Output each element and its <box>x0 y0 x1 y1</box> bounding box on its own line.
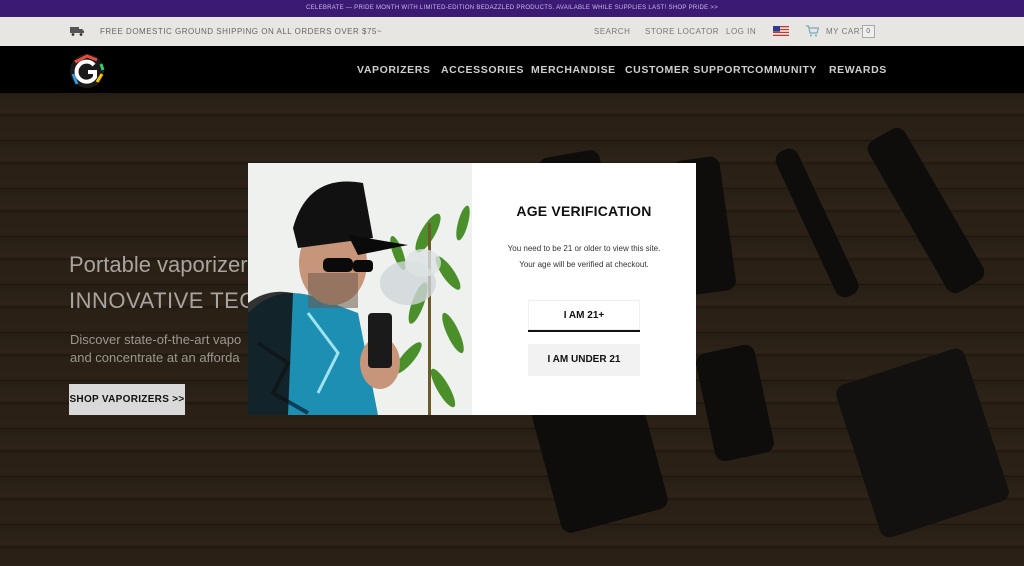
modal-message: You need to be 21 or older to view this … <box>507 244 661 253</box>
promo-text[interactable]: CELEBRATE — PRIDE MONTH WITH LIMITED-EDI… <box>306 5 718 11</box>
shop-vaporizers-button[interactable]: SHOP VAPORIZERS >> <box>69 384 185 415</box>
hero-description: and concentrate at an afforda <box>70 350 240 365</box>
age-deny-button[interactable]: I AM UNDER 21 <box>528 344 640 376</box>
cart-count-badge[interactable]: 0 <box>862 25 875 38</box>
age-verification-modal: AGE VERIFICATION You need to be 21 or ol… <box>248 163 696 415</box>
utility-bar: FREE DOMESTIC GROUND SHIPPING ON ALL ORD… <box>0 17 1024 46</box>
modal-title: AGE VERIFICATION <box>516 203 652 219</box>
nav-community[interactable]: COMMUNITY <box>747 64 817 76</box>
nav-rewards[interactable]: REWARDS <box>829 64 887 76</box>
modal-message: Your age will be verified at checkout. <box>519 260 649 269</box>
person-vaping-photo <box>248 163 472 415</box>
g-pen-logo[interactable] <box>67 52 107 90</box>
modal-content: AGE VERIFICATION You need to be 21 or ol… <box>472 163 696 415</box>
nav-accessories[interactable]: ACCESSORIES <box>441 64 524 76</box>
us-flag-icon[interactable] <box>773 26 789 36</box>
promo-banner[interactable]: CELEBRATE — PRIDE MONTH WITH LIMITED-EDI… <box>0 0 1024 17</box>
modal-photo <box>248 163 472 415</box>
hero-description: Discover state-of-the-art vapo <box>70 332 242 347</box>
age-confirm-button[interactable]: I AM 21+ <box>528 300 640 332</box>
search-link[interactable]: SEARCH <box>594 27 630 36</box>
nav-customer-support[interactable]: CUSTOMER SUPPORT <box>625 64 748 76</box>
truck-icon <box>70 27 84 36</box>
store-locator-link[interactable]: STORE LOCATOR <box>645 27 719 36</box>
shipping-notice: FREE DOMESTIC GROUND SHIPPING ON ALL ORD… <box>100 27 383 36</box>
login-link[interactable]: LOG IN <box>726 27 756 36</box>
hero-title: Portable vaporizers <box>69 252 259 277</box>
cart-icon[interactable] <box>806 25 819 37</box>
nav-vaporizers[interactable]: VAPORIZERS <box>357 64 430 76</box>
cart-link[interactable]: MY CART <box>826 27 865 36</box>
nav-merchandise[interactable]: MERCHANDISE <box>531 64 616 76</box>
